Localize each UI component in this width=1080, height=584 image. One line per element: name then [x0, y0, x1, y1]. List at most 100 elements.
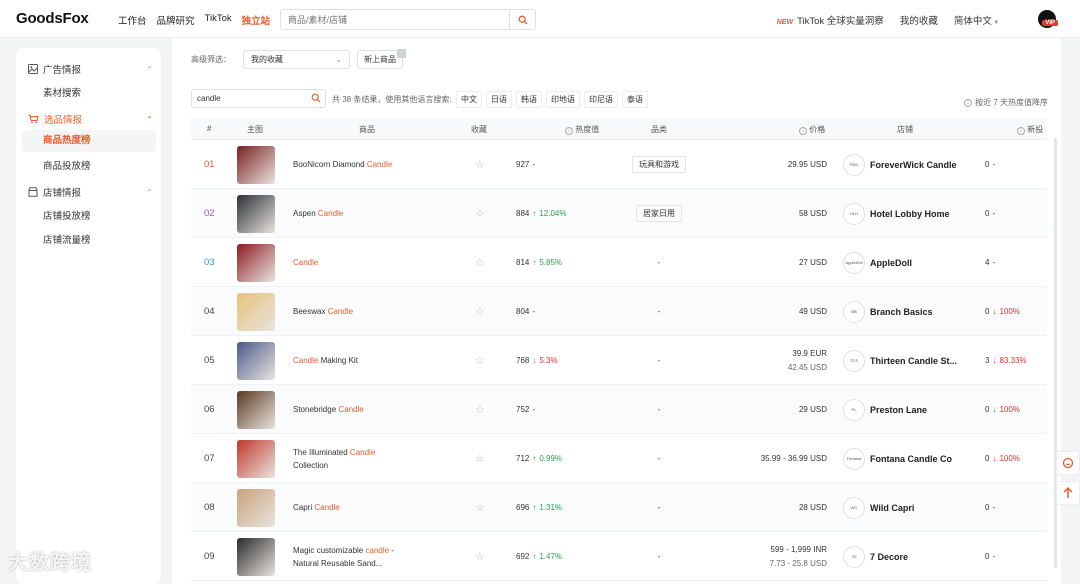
product-thumbnail[interactable] — [237, 292, 275, 331]
nav-brand-research[interactable]: 品牌研究 — [157, 13, 195, 27]
nav-independent-store[interactable]: 独立站 — [242, 13, 271, 27]
sidebar-group-store-intel[interactable]: 店铺情报 ⌃ — [28, 185, 153, 199]
favorites-dropdown[interactable]: 我的收藏 ⌄ — [243, 50, 350, 69]
product-name[interactable]: Candle Making Kit — [293, 336, 411, 385]
store-cell[interactable]: 7D 7 Decore — [843, 532, 975, 581]
product-thumbnail-cell[interactable] — [237, 385, 275, 434]
store-cell[interactable]: AppleDoll AppleDoll — [843, 238, 975, 287]
new-products-toggle[interactable]: 新上商品 — [357, 49, 406, 69]
rank-number: 07 — [204, 453, 215, 464]
product-thumbnail[interactable] — [237, 145, 275, 184]
product-thumbnail[interactable] — [237, 488, 275, 527]
sidebar-item-material-search[interactable]: 素材搜索 — [43, 85, 81, 99]
product-name[interactable]: The Illuminated Candle Collection — [293, 434, 411, 483]
product-thumbnail[interactable] — [237, 341, 275, 380]
product-thumbnail-cell[interactable] — [237, 336, 275, 385]
sidebar-item-store-traffic-rank[interactable]: 店铺流量榜 — [43, 232, 91, 246]
language-switch[interactable]: 简体中文 ▾ — [954, 13, 998, 27]
sidebar-item-product-ad-rank[interactable]: 商品投放榜 — [43, 158, 91, 172]
watermark-text: 大数跨境 — [8, 552, 92, 574]
product-name[interactable]: Capri Candle — [293, 483, 411, 532]
new-count: 0 — [985, 405, 990, 414]
product-thumbnail[interactable] — [237, 243, 275, 282]
store-cell[interactable]: BB Branch Basics — [843, 287, 975, 336]
keyword-input[interactable] — [192, 90, 302, 107]
product-thumbnail-cell[interactable] — [237, 189, 275, 238]
store-cell[interactable]: WC Wild Capri — [843, 483, 975, 532]
search-icon[interactable] — [311, 93, 321, 103]
new-delta: - — [992, 503, 996, 512]
store-cell[interactable]: HLH Hotel Lobby Home — [843, 189, 975, 238]
star-icon[interactable]: ☆ — [475, 287, 485, 336]
price-value: 29 USD — [798, 404, 827, 414]
star-icon[interactable]: ☆ — [475, 238, 485, 287]
product-name[interactable]: Aspen Candle — [293, 189, 411, 238]
store-logo-text: 7D — [851, 554, 857, 559]
table-row[interactable]: 07 The Illuminated Candle Collection ☆ 7… — [191, 434, 1047, 483]
product-thumbnail-cell[interactable] — [237, 434, 275, 483]
product-thumbnail-cell[interactable] — [237, 238, 275, 287]
sidebar-item-store-ad-rank[interactable]: 店铺投放榜 — [43, 208, 91, 222]
table-row[interactable]: 03 Candle ☆ 814 ↑ 5.85% - 27 USD AppleDol… — [191, 238, 1047, 287]
header-price[interactable]: i 价格 — [799, 124, 825, 135]
arrow-down-icon: ↓ — [992, 307, 997, 316]
star-icon[interactable]: ☆ — [475, 434, 485, 483]
sidebar-group-product-intel[interactable]: 选品情报 ⌃ — [28, 112, 153, 126]
lang-japanese[interactable]: 日语 — [486, 91, 512, 108]
product-thumbnail[interactable] — [237, 390, 275, 429]
store-cell[interactable]: FWC ForeverWick Candle — [843, 140, 975, 189]
nav-tiktok[interactable]: TikTok — [205, 13, 232, 27]
sort-note[interactable]: i 按近 7 天热度值降序 — [964, 97, 1048, 108]
sidebar-group-ad-intel[interactable]: 广告情报 ⌃ — [28, 62, 153, 76]
product-thumbnail-cell[interactable] — [237, 532, 275, 581]
search-button[interactable] — [509, 10, 535, 29]
lang-korean[interactable]: 韩语 — [516, 91, 542, 108]
table-row[interactable]: 05 Candle Making Kit ☆ 768 ↓ 5.3% - 39.9 … — [191, 336, 1047, 385]
table-row[interactable]: 01 BooNicorn Diamond Candle ☆ 927 - 玩具和游… — [191, 140, 1047, 189]
product-thumbnail[interactable] — [237, 537, 275, 576]
new-cell: 0 - — [985, 483, 995, 532]
star-icon[interactable]: ☆ — [475, 336, 485, 385]
table-row[interactable]: 08 Capri Candle ☆ 696 ↑ 1.31% - 28 USD WC… — [191, 483, 1047, 532]
lang-hindi[interactable]: 印地语 — [546, 91, 580, 108]
star-icon[interactable]: ☆ — [475, 385, 485, 434]
product-name[interactable]: Stonebridge Candle — [293, 385, 411, 434]
star-icon[interactable]: ☆ — [475, 140, 485, 189]
nav-workbench[interactable]: 工作台 — [118, 13, 147, 27]
global-search-input[interactable] — [281, 10, 503, 29]
product-thumbnail-cell[interactable] — [237, 287, 275, 336]
store-cell[interactable]: TCS Thirteen Candle St... — [843, 336, 975, 385]
header-image: 主图 — [247, 125, 263, 134]
price-cell: 29 USD — [731, 385, 827, 434]
sidebar-item-product-heat-rank[interactable]: 商品热度榜 — [22, 130, 156, 152]
table-row[interactable]: 02 Aspen Candle ☆ 884 ↑ 12.04% 居家日用 58 US… — [191, 189, 1047, 238]
tiktok-insight-link[interactable]: NEW TikTok 全球实量洞察 — [777, 13, 884, 27]
product-thumbnail-cell[interactable] — [237, 483, 275, 532]
store-cell[interactable]: Fontana Fontana Candle Co — [843, 434, 975, 483]
product-name[interactable]: Beeswax Candle — [293, 287, 411, 336]
header-new[interactable]: i 新投 — [1017, 124, 1043, 135]
lang-chinese[interactable]: 中文 — [456, 91, 482, 108]
product-name[interactable]: Candle — [293, 238, 411, 287]
star-icon[interactable]: ☆ — [475, 483, 485, 532]
product-thumbnail[interactable] — [237, 439, 275, 478]
store-logo: Fontana — [843, 447, 865, 470]
product-name[interactable]: Magic customizable candle - Natural Reus… — [293, 532, 411, 581]
chat-button[interactable] — [1056, 451, 1080, 475]
goodsfox-logo[interactable]: GoodsFox — [16, 10, 89, 27]
header-heat[interactable]: i 热度值 — [565, 124, 599, 135]
lang-indonesian[interactable]: 印尼语 — [584, 91, 618, 108]
table-row[interactable]: 04 Beeswax Candle ☆ 804 - - 49 USD BB Br… — [191, 287, 1047, 336]
product-name[interactable]: BooNicorn Diamond Candle — [293, 140, 411, 189]
table-row[interactable]: 06 Stonebridge Candle ☆ 752 - - 29 USD P… — [191, 385, 1047, 434]
store-logo-text: WC — [850, 505, 858, 510]
lang-thai[interactable]: 泰语 — [622, 91, 648, 108]
my-favorites-link[interactable]: 我的收藏 — [900, 13, 938, 27]
table-row[interactable]: 09 Magic customizable candle - Natural R… — [191, 532, 1047, 581]
product-thumbnail-cell[interactable] — [237, 140, 275, 189]
back-to-top-button[interactable] — [1056, 481, 1080, 505]
star-icon[interactable]: ☆ — [475, 189, 485, 238]
store-cell[interactable]: PL Preston Lane — [843, 385, 975, 434]
product-thumbnail[interactable] — [237, 194, 275, 233]
star-icon[interactable]: ☆ — [475, 532, 485, 581]
